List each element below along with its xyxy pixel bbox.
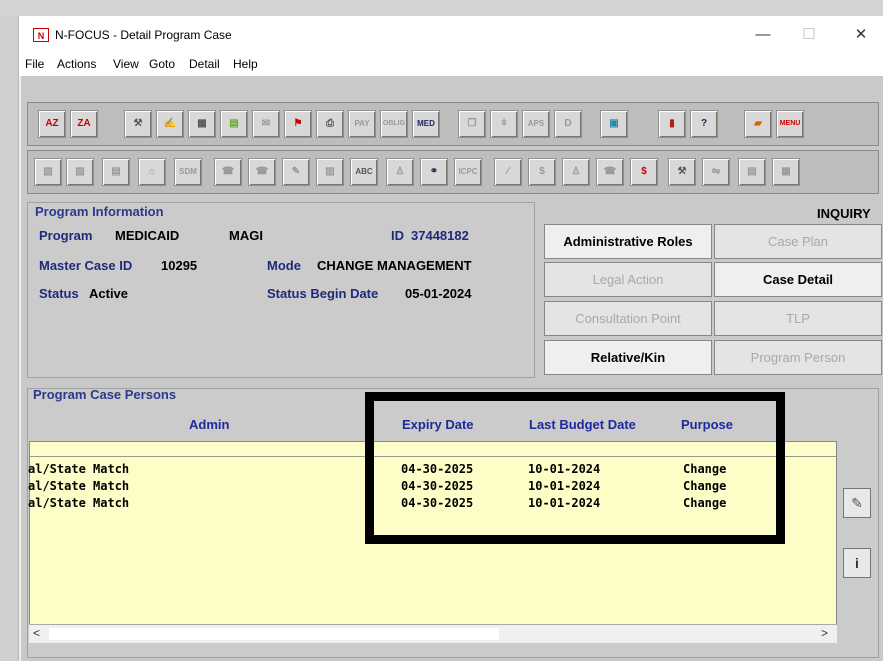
mode-value: CHANGE MANAGEMENT (317, 258, 472, 273)
scroll-right-icon[interactable]: > (821, 626, 828, 640)
signature-icon[interactable]: ✍ (156, 110, 184, 138)
icon-a[interactable]: ▧ (34, 158, 62, 186)
title-bar: N N-FOCUS - Detail Program Case — ☐ ✕ (19, 16, 883, 52)
toolbar-row-1: AZ ZA ⚒ ✍ ▦ ▤ ✉ ⚑ ⎙ PAY OBLIG MED ❐ ǂ AP… (27, 102, 879, 146)
list-icon[interactable]: ▤ (738, 158, 766, 186)
obligation-icon[interactable]: OBLIG (380, 110, 408, 138)
relative-kin-button[interactable]: Relative/Kin (544, 340, 712, 375)
sort-za-icon[interactable]: ZA (70, 110, 98, 138)
print-icon[interactable]: ⎙ (316, 110, 344, 138)
edit-person-icon[interactable]: ✎ (843, 488, 871, 518)
close-button[interactable]: ✕ (841, 22, 881, 48)
background-strip (0, 0, 883, 16)
highlight-box (365, 392, 785, 544)
horizontal-scrollbar[interactable]: < > (29, 624, 837, 643)
tools-icon-2[interactable]: ⚒ (668, 158, 696, 186)
menu-view[interactable]: View (113, 57, 139, 71)
handshake-icon[interactable]: ⚭ (420, 158, 448, 186)
report-icon[interactable]: ▥ (316, 158, 344, 186)
menu-file[interactable]: File (25, 57, 44, 71)
phone-icon[interactable]: ☎ (214, 158, 242, 186)
abc-icon[interactable]: ABC (350, 158, 378, 186)
client-area: AZ ZA ⚒ ✍ ▦ ▤ ✉ ⚑ ⎙ PAY OBLIG MED ❐ ǂ AP… (21, 76, 883, 661)
med-icon[interactable]: MED (412, 110, 440, 138)
menu-actions[interactable]: Actions (57, 57, 96, 71)
id-label: ID (391, 228, 404, 243)
icon-c[interactable]: ▤ (102, 158, 130, 186)
menu-help[interactable]: Help (233, 57, 258, 71)
chart-icon[interactable]: ▮ (658, 110, 686, 138)
persons-title: Program Case Persons (33, 387, 177, 402)
scroll-thumb[interactable] (49, 628, 499, 640)
master-case-value: 10295 (161, 258, 198, 273)
phone-icon-3[interactable]: ☎ (596, 158, 624, 186)
info-icon[interactable]: i (843, 548, 871, 578)
merge-icon[interactable]: ⇋ (702, 158, 730, 186)
mode-label: Mode (267, 258, 301, 273)
toolbar-row-2: ▧ ▨ ▤ ⌂ SDM ☎ ☎ ✎ ▥ ABC ♙ ⚭ ICPC ⁄ $ ♙ ☎… (27, 150, 879, 194)
status-value: Active (89, 286, 129, 301)
consultation-point-button[interactable]: Consultation Point (544, 301, 712, 336)
nfocus-logo-icon: N (33, 28, 49, 42)
menu-bar: File Actions View Goto Detail Help (19, 52, 883, 76)
maximize-button[interactable]: ☐ (789, 22, 829, 48)
help-icon[interactable]: ? (690, 110, 718, 138)
paper-icon[interactable]: ✉ (252, 110, 280, 138)
program-info-title: Program Information (35, 204, 164, 219)
tools-icon[interactable]: ⚒ (124, 110, 152, 138)
icon-b[interactable]: ▨ (66, 158, 94, 186)
split-icon[interactable]: ⁄ (494, 158, 522, 186)
monitor-icon[interactable]: ▣ (600, 110, 628, 138)
building-icon[interactable]: ⌂ (138, 158, 166, 186)
window-title: N-FOCUS - Detail Program Case (55, 28, 232, 42)
folder-icon[interactable]: ▰ (744, 110, 772, 138)
legal-action-button[interactable]: Legal Action (544, 262, 712, 297)
money-icon[interactable]: $ (528, 158, 556, 186)
people-icon[interactable]: ǂ (490, 110, 518, 138)
case-plan-button[interactable]: Case Plan (714, 224, 882, 259)
administrative-roles-button[interactable]: Administrative Roles (544, 224, 712, 259)
cell-admin: al/State Match (28, 462, 130, 476)
tlp-button[interactable]: TLP (714, 301, 882, 336)
program-value: MEDICAID (115, 228, 180, 243)
app-window: N N-FOCUS - Detail Program Case — ☐ ✕ Fi… (18, 16, 883, 661)
program-type-value: MAGI (229, 228, 263, 243)
minimize-button[interactable]: — (743, 22, 783, 48)
copy-icon[interactable]: ❐ (458, 110, 486, 138)
menu-icon[interactable]: MENU (776, 110, 804, 138)
status-begin-label: Status Begin Date (267, 286, 379, 301)
document-icon[interactable]: D (554, 110, 582, 138)
cell-admin: al/State Match (28, 479, 130, 493)
scroll-left-icon[interactable]: < (33, 626, 40, 640)
flag-icon[interactable]: ⚑ (284, 110, 312, 138)
status-label: Status (39, 286, 79, 301)
family-icon[interactable]: ♙ (386, 158, 414, 186)
cell-admin: al/State Match (28, 496, 130, 510)
program-person-button[interactable]: Program Person (714, 340, 882, 375)
program-label: Program (39, 228, 93, 243)
sort-az-icon[interactable]: AZ (38, 110, 66, 138)
sdm-icon[interactable]: SDM (174, 158, 202, 186)
grid-icon[interactable]: ▦ (772, 158, 800, 186)
person-icon[interactable]: ♙ (562, 158, 590, 186)
dollar-icon[interactable]: $ (630, 158, 658, 186)
case-detail-button[interactable]: Case Detail (714, 262, 882, 297)
menu-detail[interactable]: Detail (189, 57, 220, 71)
phone-icon-2[interactable]: ☎ (248, 158, 276, 186)
pay-icon[interactable]: PAY (348, 110, 376, 138)
menu-goto[interactable]: Goto (149, 57, 175, 71)
column-admin[interactable]: Admin (189, 417, 229, 432)
icpc-icon[interactable]: ICPC (454, 158, 482, 186)
id-value: 37448182 (411, 228, 469, 243)
status-begin-value: 05-01-2024 (405, 286, 472, 301)
calendar-icon[interactable]: ▦ (188, 110, 216, 138)
notebook-icon[interactable]: ▤ (220, 110, 248, 138)
aps-icon[interactable]: APS (522, 110, 550, 138)
master-case-label: Master Case ID (39, 258, 133, 273)
form-icon[interactable]: ✎ (282, 158, 310, 186)
inquiry-label: INQUIRY (817, 206, 871, 221)
